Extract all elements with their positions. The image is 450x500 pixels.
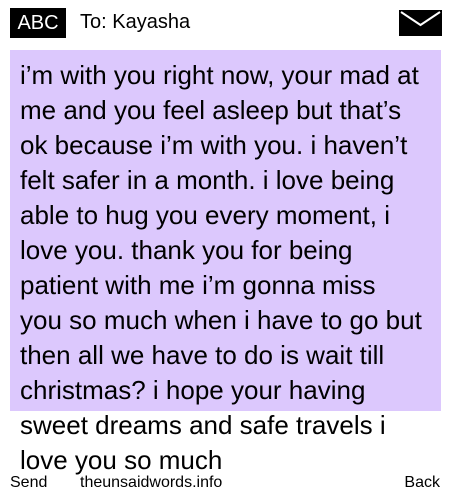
send-button[interactable]: Send (10, 472, 47, 494)
back-button[interactable]: Back (404, 472, 440, 494)
header: ABC To: Kayasha (0, 0, 450, 44)
softkey-bar: Send theunsaidwords.info Back (0, 472, 450, 496)
input-mode-badge[interactable]: ABC (10, 8, 66, 38)
recipient-label: To: Kayasha (80, 11, 191, 33)
watermark: theunsaidwords.info (80, 474, 223, 491)
envelope-icon (399, 10, 442, 36)
message-body[interactable]: i’m with you right now, your mad at me a… (20, 58, 442, 478)
